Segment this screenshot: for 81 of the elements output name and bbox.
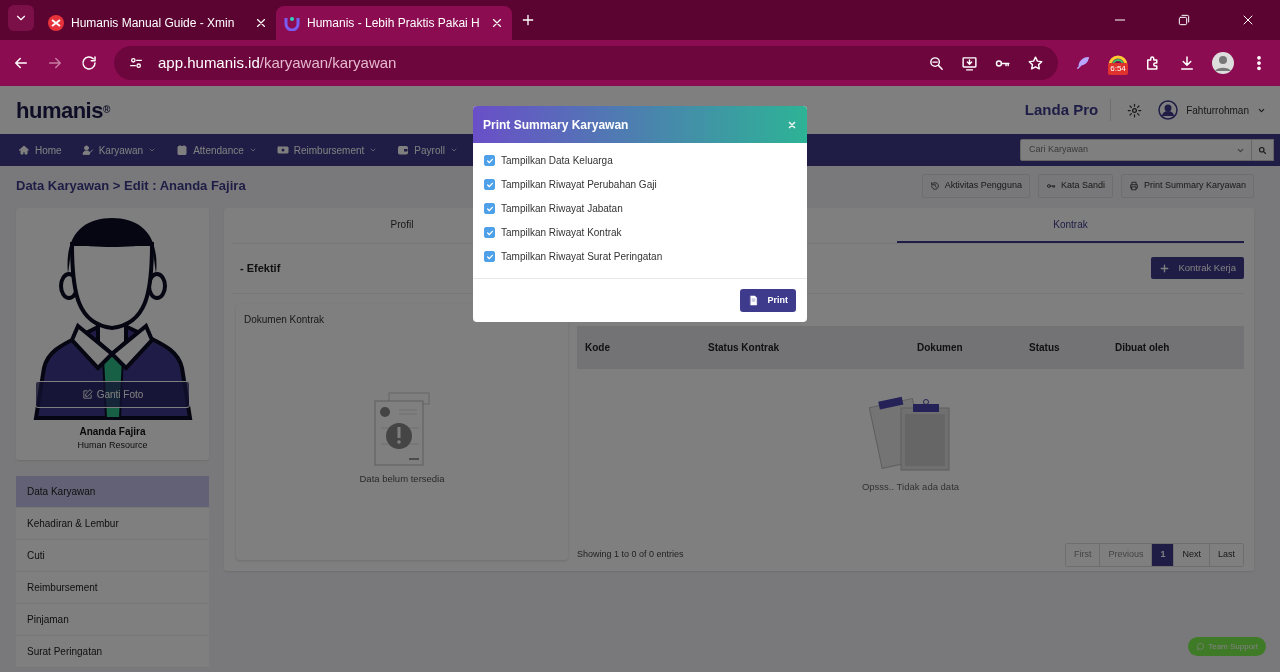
checkbox-label[interactable]: Tampilkan Riwayat Kontrak <box>501 225 622 240</box>
checkbox[interactable] <box>484 203 495 214</box>
search-input[interactable]: Cari Karyawan <box>1027 142 1236 158</box>
breadcrumb: Data Karyawan > Edit : Ananda Fajira <box>16 177 246 195</box>
action-button[interactable]: Kata Sandi <box>1037 174 1113 198</box>
settings-icon[interactable] <box>1127 102 1143 118</box>
user-edit-icon <box>81 144 94 156</box>
nav-item[interactable]: Reimbursement <box>266 142 388 158</box>
tab[interactable]: Kontrak <box>897 207 1244 243</box>
profile-avatar-icon[interactable] <box>1212 52 1234 74</box>
browser-tab[interactable]: Humanis Manual Guide - Xmin <box>40 6 276 40</box>
history-icon <box>929 180 940 191</box>
column-header: Status Kontrak <box>707 340 781 355</box>
close-icon[interactable] <box>490 16 504 30</box>
home-icon <box>18 144 30 156</box>
user-avatar-icon[interactable] <box>1158 100 1179 120</box>
nav-item[interactable]: Home <box>8 142 72 158</box>
table-info: Showing 1 to 0 of 0 entries <box>577 547 684 561</box>
checkbox[interactable] <box>484 179 495 190</box>
document-icon <box>748 295 760 306</box>
url-text[interactable]: app.humanis.id/karyawan/karyawan <box>158 51 397 75</box>
check-icon <box>485 252 494 261</box>
checkbox-label[interactable]: Tampilkan Riwayat Surat Peringatan <box>501 249 663 264</box>
close-icon[interactable] <box>254 16 268 30</box>
action-button[interactable]: Print Summary Karyawan <box>1120 174 1254 198</box>
print-icon <box>1128 180 1139 191</box>
install-icon[interactable] <box>961 54 978 72</box>
feather-icon[interactable] <box>1074 54 1092 72</box>
print-button[interactable]: Print <box>740 289 796 312</box>
card-title: Dokumen Kontrak <box>244 312 326 327</box>
add-contract-button[interactable]: Kontrak Kerja <box>1151 257 1244 279</box>
restore-icon[interactable] <box>1176 12 1192 28</box>
favicon-icon <box>284 15 300 31</box>
checkbox[interactable] <box>484 155 495 166</box>
nav-item[interactable]: Karyawan <box>71 142 167 158</box>
pagination-button[interactable]: 1 <box>1152 543 1175 566</box>
browser-tab[interactable]: Humanis - Lebih Praktis Pakai H <box>276 6 512 40</box>
edit-icon <box>81 388 93 400</box>
section-title: - Efektif <box>240 260 281 276</box>
reload-icon[interactable] <box>80 54 98 72</box>
check-icon <box>485 156 494 165</box>
empty-message: Opsss.. Tidak ada data <box>861 480 960 495</box>
banknote-icon <box>276 144 289 156</box>
search-icon <box>1258 144 1267 156</box>
nav-item[interactable]: Attendance <box>166 142 267 158</box>
check-icon <box>485 180 494 189</box>
column-header: Kode <box>584 340 611 355</box>
user-menu[interactable]: Fahturrohman <box>1186 102 1249 118</box>
action-button[interactable]: Aktivitas Pengguna <box>921 174 1030 198</box>
favicon-icon <box>48 15 64 31</box>
empty-message: Data belum tersedia <box>359 471 445 486</box>
column-header: Status <box>1028 340 1061 355</box>
checkbox-label[interactable]: Tampilkan Riwayat Jabatan <box>501 201 623 216</box>
nav-item[interactable]: Payroll <box>387 142 468 158</box>
checkbox-label[interactable]: Tampilkan Data Keluarga <box>501 153 613 168</box>
search-field[interactable]: Cari Karyawan <box>1020 139 1252 161</box>
plus-icon <box>1159 262 1171 274</box>
calendar-icon <box>176 144 189 156</box>
column-header: Dibuat oleh <box>1114 340 1170 355</box>
company-name: Landa Pro <box>1024 98 1112 122</box>
column-header: Dokumen <box>916 340 964 355</box>
logo[interactable]: humanis$^{®}$ <box>16 93 110 127</box>
check-icon <box>485 228 494 237</box>
dialog-title: Print Summary Karyawan <box>483 116 629 134</box>
checkbox[interactable] <box>484 227 495 238</box>
check-icon <box>485 204 494 213</box>
zoom-out-icon[interactable] <box>928 54 945 72</box>
checkbox-label[interactable]: Tampilkan Riwayat Perubahan Gaji <box>501 177 657 192</box>
extension-badge: 6:54 <box>1108 62 1128 75</box>
employee-role: Human Resource <box>76 438 149 452</box>
new-tab-icon[interactable] <box>520 12 536 28</box>
star-icon[interactable] <box>1027 54 1044 72</box>
side-menu-item[interactable]: Data Karyawan <box>16 476 209 508</box>
wallet-icon <box>397 144 410 156</box>
download-icon[interactable] <box>1178 54 1196 72</box>
search-button[interactable] <box>1252 139 1274 161</box>
employee-name: Ananda Fajira <box>78 424 147 439</box>
change-photo-button[interactable]: Ganti Foto <box>35 380 190 408</box>
checkbox[interactable] <box>484 251 495 262</box>
chat-icon <box>1196 642 1206 651</box>
site-settings-icon[interactable] <box>128 55 144 71</box>
